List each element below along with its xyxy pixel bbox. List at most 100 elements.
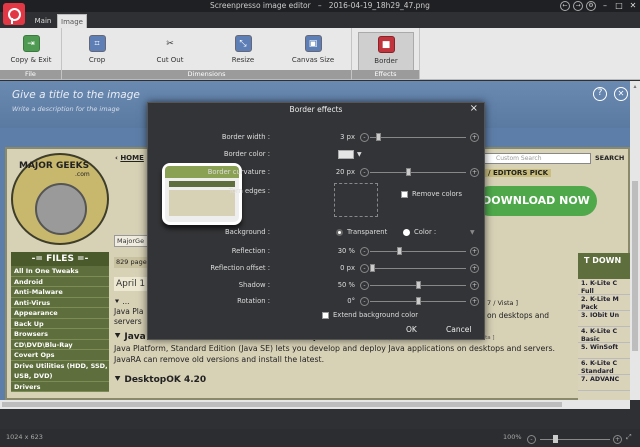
bg-color-dropdown-icon[interactable]: ▼	[470, 229, 475, 236]
ok-button[interactable]: OK	[406, 325, 417, 334]
dimensions-group: ⌗ Crop ✂ Cut Out ⤡ Resize ▣ Canvas Size …	[62, 28, 352, 80]
border-width-increase-button[interactable]: +	[470, 133, 479, 142]
color-radio[interactable]	[403, 229, 410, 236]
zoom-slider-knob[interactable]	[553, 435, 558, 443]
back-icon[interactable]: ←	[560, 1, 570, 11]
image-title-input[interactable]: Give a title to the image	[12, 89, 140, 101]
site-search-input[interactable]: Custom Search	[483, 153, 591, 164]
torn-edges-selector[interactable]	[334, 183, 378, 217]
horizontal-scroll-thumb[interactable]	[2, 402, 562, 407]
reflection-offset-decrease-button[interactable]: -	[360, 264, 369, 273]
resize-icon: ⤡	[234, 35, 252, 52]
prev-entry-desc: on desktops and	[487, 311, 550, 320]
copy-exit-button[interactable]: ⇥ Copy & Exit	[4, 32, 58, 72]
sidebar-item[interactable]: CD\DVD\Blu-Ray	[11, 340, 109, 350]
image-description-input[interactable]: Write a description for the image	[12, 105, 120, 113]
shadow-slider-knob[interactable]	[415, 281, 421, 289]
crop-button[interactable]: ⌗ Crop	[80, 32, 114, 72]
sidebar-item[interactable]: Anti-Virus	[11, 298, 109, 308]
sidebar-item[interactable]: Browsers	[11, 329, 109, 340]
reflection-offset-label: Reflection offset :	[210, 264, 270, 272]
editors-pick-label: / EDITORS PICK	[485, 169, 552, 177]
color-option-label: Color :	[414, 228, 437, 236]
sidebar-item[interactable]: All In One Tweaks	[11, 266, 109, 277]
ribbon: ⇥ Copy & Exit File ⌗ Crop ✂ Cut Out ⤡ Re…	[0, 28, 640, 80]
extend-bg-checkbox[interactable]	[322, 312, 329, 319]
dialog-close-button[interactable]: ×	[470, 103, 478, 114]
border-width-slider[interactable]	[370, 137, 466, 138]
torn-edges-label: Torn edges :	[228, 187, 270, 195]
close-annotation-icon[interactable]: ✕	[614, 87, 628, 101]
zoom-slider[interactable]	[540, 439, 610, 440]
top-download-item[interactable]: 2. K-Lite M Pack	[578, 295, 630, 311]
border-width-decrease-button[interactable]: -	[360, 133, 369, 142]
vertical-scrollbar[interactable]: ▴	[630, 81, 640, 400]
crop-icon: ⌗	[88, 35, 106, 52]
site-search-button[interactable]: SEARCH	[595, 154, 624, 162]
transparent-radio[interactable]	[336, 229, 343, 236]
top-download-item[interactable]: 3. IObit Un	[578, 311, 630, 327]
shadow-increase-button[interactable]: +	[470, 281, 479, 290]
canvas-size-button[interactable]: ▣ Canvas Size	[288, 32, 338, 72]
border-color-swatch[interactable]	[338, 150, 354, 159]
top-download-item[interactable]: 6. K-Lite C Standard	[578, 359, 630, 375]
sidebar-item[interactable]: Covert Ops	[11, 350, 109, 361]
sidebar-item[interactable]: Appearance	[11, 308, 109, 319]
reflection-offset-slider[interactable]	[370, 268, 466, 269]
cut-out-button[interactable]: ✂ Cut Out	[152, 32, 188, 72]
top-download-item[interactable]: 4. K-Lite C Basic	[578, 327, 630, 343]
border-curvature-slider[interactable]	[370, 172, 466, 173]
reflection-increase-button[interactable]: +	[470, 247, 479, 256]
zoom-in-button[interactable]: +	[613, 435, 622, 444]
top-download-item[interactable]: 7. ADVANC	[578, 375, 630, 391]
nav-home-link[interactable]: ‹ HOME |	[115, 154, 149, 162]
reflection-label: Reflection :	[231, 247, 270, 255]
sidebar-item[interactable]: Drive Utilities (HDD, SSD, USB, DVD)	[11, 361, 109, 382]
color-dropdown-icon[interactable]: ▼	[357, 151, 362, 158]
window-title: Screenpresso image editor – 2016-04-19_1…	[210, 1, 430, 10]
background-label: Background :	[225, 228, 270, 236]
close-window-button[interactable]: ✕	[626, 0, 640, 12]
shadow-decrease-button[interactable]: -	[360, 281, 369, 290]
border-curvature-decrease-button[interactable]: -	[360, 168, 369, 177]
fit-screen-icon[interactable]: ⤢	[626, 433, 632, 442]
sidebar-item[interactable]: Android	[11, 277, 109, 287]
settings-icon[interactable]: ⚙	[586, 1, 596, 11]
rotation-slider-knob[interactable]	[415, 297, 421, 305]
rotation-increase-button[interactable]: +	[470, 297, 479, 306]
sidebar-item[interactable]: Back Up	[11, 319, 109, 329]
zoom-out-button[interactable]: -	[527, 435, 536, 444]
border-effects-dialog: Border effects × Border width : Border c…	[147, 102, 485, 340]
resize-button[interactable]: ⤡ Resize	[226, 32, 260, 72]
maximize-button[interactable]: □	[612, 0, 626, 12]
shadow-label: Shadow :	[238, 281, 270, 289]
tab-image[interactable]: Image	[57, 14, 87, 28]
rotation-decrease-button[interactable]: -	[360, 297, 369, 306]
top-download-item[interactable]: 1. K-Lite C Full	[578, 279, 630, 295]
forward-icon[interactable]: →	[573, 1, 583, 11]
top-download-item[interactable]: 5. WinSoft	[578, 343, 630, 359]
horizontal-scrollbar[interactable]	[0, 400, 630, 409]
effects-group-label: Effects	[352, 70, 419, 79]
reflection-slider[interactable]	[370, 251, 466, 252]
sidebar-item[interactable]: Anti-Malware	[11, 287, 109, 298]
border-curvature-increase-button[interactable]: +	[470, 168, 479, 177]
reflection-slider-knob[interactable]	[397, 247, 403, 255]
download-now-button[interactable]: DOWNLOAD NOW	[475, 186, 597, 216]
vertical-scroll-thumb[interactable]	[632, 181, 638, 351]
reflection-offset-slider-knob[interactable]	[370, 264, 375, 272]
tab-main[interactable]: Main	[31, 14, 55, 28]
scroll-up-icon[interactable]: ▴	[631, 83, 639, 91]
cancel-button[interactable]: Cancel	[446, 325, 471, 334]
sidebar-item[interactable]: Drivers	[11, 382, 109, 392]
zoom-level: 100%	[503, 433, 522, 441]
reflection-offset-increase-button[interactable]: +	[470, 264, 479, 273]
minimize-button[interactable]: –	[598, 0, 612, 12]
reflection-offset-value: 0 px	[340, 264, 355, 272]
reflection-decrease-button[interactable]: -	[360, 247, 369, 256]
help-icon[interactable]: ?	[593, 87, 607, 101]
remove-colors-checkbox[interactable]	[401, 191, 408, 198]
border-width-slider-knob[interactable]	[376, 133, 382, 141]
border-button[interactable]: ■ Border	[358, 32, 414, 72]
border-curvature-slider-knob[interactable]	[406, 168, 412, 176]
